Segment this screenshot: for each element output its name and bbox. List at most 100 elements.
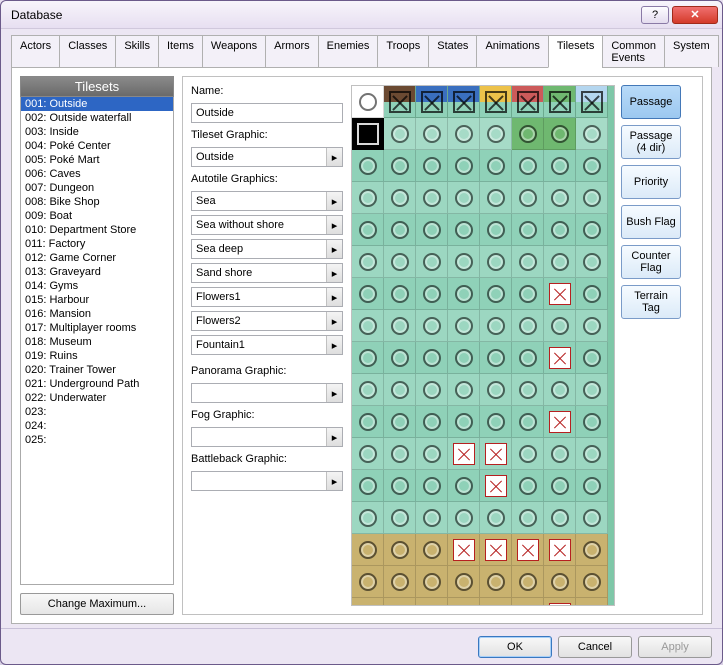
picker-button-icon[interactable]: ▸ — [326, 216, 342, 234]
tile-cell[interactable] — [448, 598, 480, 606]
tile-cell[interactable] — [544, 310, 576, 342]
tile-cell[interactable] — [544, 406, 576, 438]
list-item[interactable]: 001: Outside — [21, 97, 173, 111]
list-item[interactable]: 017: Multiplayer rooms — [21, 321, 173, 335]
tile-cell[interactable] — [576, 438, 608, 470]
tile-cell[interactable] — [352, 598, 384, 606]
tab-states[interactable]: States — [428, 35, 476, 67]
list-item[interactable]: 003: Inside — [21, 125, 173, 139]
tile-cell[interactable] — [544, 502, 576, 534]
tile-cell[interactable] — [480, 182, 512, 214]
list-item[interactable]: 007: Dungeon — [21, 181, 173, 195]
tile-cell[interactable] — [416, 150, 448, 182]
tile-cell[interactable] — [352, 470, 384, 502]
tile-cell[interactable] — [480, 278, 512, 310]
tab-armors[interactable]: Armors — [265, 35, 317, 67]
tile-cell[interactable] — [512, 342, 544, 374]
tile-cell[interactable] — [480, 406, 512, 438]
picker-button-icon[interactable]: ▸ — [326, 192, 342, 210]
close-button[interactable]: ✕ — [672, 6, 718, 24]
list-item[interactable]: 008: Bike Shop — [21, 195, 173, 209]
tile-cell[interactable] — [512, 438, 544, 470]
tile-cell[interactable] — [544, 86, 576, 118]
tile-cell[interactable] — [576, 342, 608, 374]
tile-cell[interactable] — [384, 278, 416, 310]
tile-cell[interactable] — [512, 182, 544, 214]
tile-cell[interactable] — [512, 374, 544, 406]
tile-cell[interactable] — [576, 406, 608, 438]
list-item[interactable]: 018: Museum — [21, 335, 173, 349]
picker-button-icon[interactable]: ▸ — [326, 148, 342, 166]
tile-cell[interactable] — [480, 342, 512, 374]
tile-cell[interactable] — [512, 406, 544, 438]
tile-cell[interactable] — [384, 502, 416, 534]
tile-cell[interactable] — [352, 86, 384, 118]
tile-cell[interactable] — [544, 118, 576, 150]
tile-cell[interactable] — [448, 86, 480, 118]
tile-cell[interactable] — [448, 534, 480, 566]
mode-passage-4-dir--button[interactable]: Passage (4 dir) — [621, 125, 681, 159]
tile-cell[interactable] — [416, 470, 448, 502]
tile-cell[interactable] — [480, 214, 512, 246]
tile-cell[interactable] — [544, 598, 576, 606]
tile-cell[interactable] — [384, 86, 416, 118]
mode-passage-button[interactable]: Passage — [621, 85, 681, 119]
picker-button-icon[interactable]: ▸ — [326, 264, 342, 282]
autotile-picker-3[interactable]: Sand shore▸ — [191, 263, 343, 283]
tile-cell[interactable] — [416, 278, 448, 310]
tile-cell[interactable] — [384, 374, 416, 406]
list-item[interactable]: 021: Underground Path — [21, 377, 173, 391]
tile-cell[interactable] — [512, 86, 544, 118]
list-item[interactable]: 014: Gyms — [21, 279, 173, 293]
tile-cell[interactable] — [576, 534, 608, 566]
tile-cell[interactable] — [416, 534, 448, 566]
tile-cell[interactable] — [448, 566, 480, 598]
tile-cell[interactable] — [544, 342, 576, 374]
tile-cell[interactable] — [512, 310, 544, 342]
tile-cell[interactable] — [352, 278, 384, 310]
tile-cell[interactable] — [448, 310, 480, 342]
picker-button-icon[interactable]: ▸ — [326, 384, 342, 402]
tile-cell[interactable] — [544, 374, 576, 406]
tile-cell[interactable] — [480, 86, 512, 118]
battleback-picker[interactable]: ▸ — [191, 471, 343, 491]
tile-cell[interactable] — [512, 566, 544, 598]
list-item[interactable]: 006: Caves — [21, 167, 173, 181]
list-item[interactable]: 009: Boat — [21, 209, 173, 223]
tile-cell[interactable] — [544, 470, 576, 502]
tile-cell[interactable] — [544, 150, 576, 182]
tile-cell[interactable] — [512, 598, 544, 606]
tab-animations[interactable]: Animations — [476, 35, 547, 67]
tile-cell[interactable] — [480, 310, 512, 342]
tile-cell[interactable] — [480, 438, 512, 470]
tile-cell[interactable] — [544, 566, 576, 598]
tile-cell[interactable] — [480, 598, 512, 606]
tile-cell[interactable] — [352, 566, 384, 598]
mode-terrain-tag-button[interactable]: Terrain Tag — [621, 285, 681, 319]
fog-picker[interactable]: ▸ — [191, 427, 343, 447]
list-item[interactable]: 010: Department Store — [21, 223, 173, 237]
tab-weapons[interactable]: Weapons — [202, 35, 265, 67]
tab-troops[interactable]: Troops — [377, 35, 428, 67]
autotile-picker-6[interactable]: Fountain1▸ — [191, 335, 343, 355]
tile-cell[interactable] — [352, 502, 384, 534]
list-item[interactable]: 013: Graveyard — [21, 265, 173, 279]
tile-cell[interactable] — [352, 214, 384, 246]
tile-cell[interactable] — [384, 118, 416, 150]
tile-cell[interactable] — [416, 310, 448, 342]
tile-cell[interactable] — [416, 342, 448, 374]
tile-cell[interactable] — [480, 118, 512, 150]
tile-cell[interactable] — [448, 150, 480, 182]
cancel-button[interactable]: Cancel — [558, 636, 632, 658]
autotile-picker-2[interactable]: Sea deep▸ — [191, 239, 343, 259]
tile-cell[interactable] — [576, 118, 608, 150]
tile-cell[interactable] — [544, 246, 576, 278]
tile-cell[interactable] — [448, 342, 480, 374]
tab-classes[interactable]: Classes — [59, 35, 115, 67]
tile-cell[interactable] — [416, 502, 448, 534]
tile-cell[interactable] — [448, 182, 480, 214]
list-item[interactable]: 019: Ruins — [21, 349, 173, 363]
tile-cell[interactable] — [448, 406, 480, 438]
tile-cell[interactable] — [352, 182, 384, 214]
tile-grid[interactable] — [351, 85, 615, 606]
